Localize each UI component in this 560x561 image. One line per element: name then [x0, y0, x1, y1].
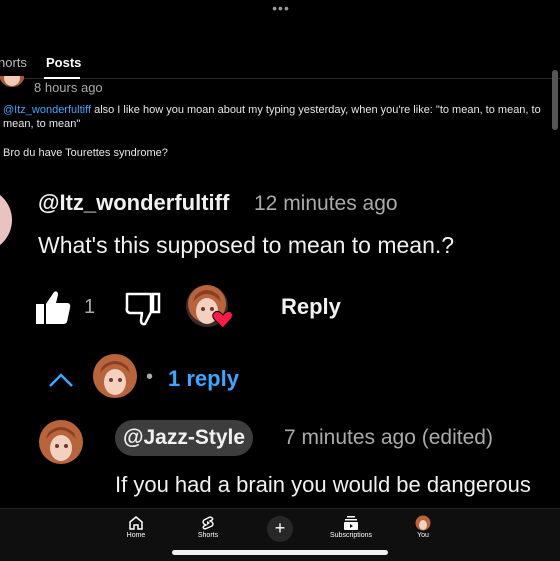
nav-home-label: Home — [126, 532, 146, 539]
create-button[interactable]: + — [267, 516, 293, 542]
collapse-replies-button[interactable] — [48, 372, 74, 388]
nav-home[interactable]: Home — [106, 515, 166, 539]
replies-avatar — [92, 353, 138, 399]
tab-posts[interactable]: Posts — [46, 55, 81, 70]
dislike-button[interactable] — [124, 290, 162, 326]
profile-avatar-icon — [415, 515, 431, 531]
nav-you[interactable]: You — [393, 515, 453, 539]
home-indicator — [172, 550, 388, 555]
more-options-icon[interactable]: ••• — [270, 1, 292, 15]
channel-tabs: horts Posts — [0, 52, 560, 79]
like-button[interactable] — [34, 290, 72, 326]
chevron-up-icon — [49, 373, 73, 387]
creator-heart-avatar — [185, 284, 233, 332]
post-mention-link[interactable]: @Itz_wonderfultiff — [3, 104, 91, 116]
post-timestamp: 8 hours ago — [34, 80, 103, 95]
replies-count-link[interactable]: 1 reply — [168, 366, 239, 392]
tab-shorts[interactable]: horts — [0, 55, 27, 70]
shorts-icon — [202, 516, 214, 530]
reply-avatar[interactable] — [38, 419, 84, 465]
reply-button[interactable]: Reply — [281, 294, 341, 320]
like-count: 1 — [84, 296, 96, 318]
comment-timestamp: 12 minutes ago — [254, 192, 398, 215]
nav-shorts[interactable]: Shorts — [178, 515, 238, 539]
thumbs-down-icon — [125, 292, 161, 326]
home-icon — [129, 516, 143, 530]
post-text-question: Bro du have Tourettes syndrome? — [3, 147, 168, 159]
comment-text: What's this supposed to mean to mean.? — [38, 232, 455, 258]
comment-author[interactable]: @Itz_wonderfultiff — [38, 190, 229, 216]
heart-icon — [212, 310, 233, 329]
post-text: @Itz_wonderfultiff also I like how you m… — [3, 103, 553, 131]
nav-subscriptions-label: Subscriptions — [329, 532, 373, 539]
replies-separator: • — [146, 366, 154, 388]
nav-you-label: You — [417, 532, 429, 539]
reply-text: If you had a brain you would be dangerou… — [115, 472, 531, 497]
thumbs-up-icon — [36, 291, 71, 324]
subscriptions-icon — [344, 516, 358, 530]
comment-avatar[interactable] — [0, 188, 12, 252]
post-avatar[interactable] — [0, 76, 24, 90]
nav-subscriptions[interactable]: Subscriptions — [321, 515, 381, 539]
reply-author[interactable]: @Jazz-Style — [115, 420, 254, 456]
reply-timestamp: 7 minutes ago (edited) — [284, 426, 493, 449]
nav-shorts-label: Shorts — [197, 532, 219, 539]
active-tab-indicator — [44, 77, 80, 79]
